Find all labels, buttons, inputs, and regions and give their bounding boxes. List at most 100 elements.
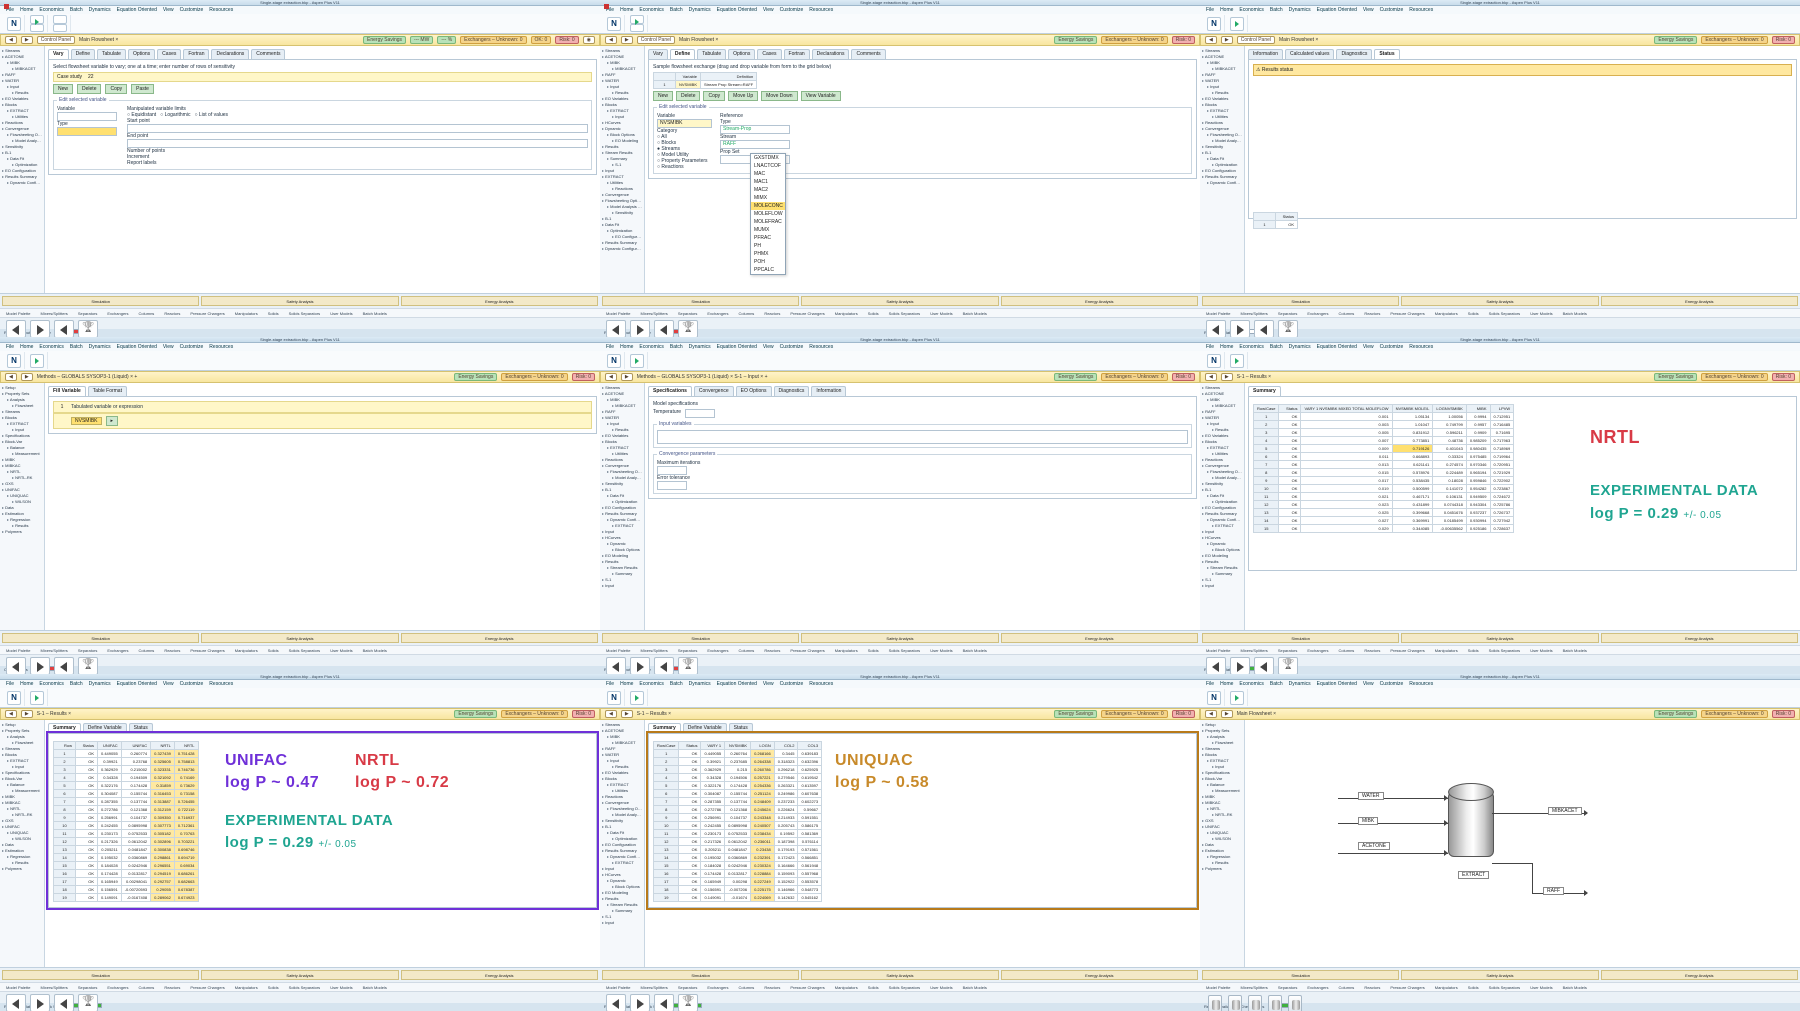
palette-item[interactable]: Solids Separators — [889, 311, 921, 316]
tab[interactable]: Declarations — [211, 49, 249, 59]
palette-item[interactable]: User Models — [330, 985, 352, 990]
tab[interactable]: Summary — [1248, 386, 1281, 396]
menu-item[interactable]: Home — [1220, 681, 1233, 687]
menu-item[interactable]: Customize — [180, 7, 204, 13]
palette-item[interactable]: Pressure Changers — [790, 648, 824, 653]
menu-item[interactable]: View — [1363, 681, 1374, 687]
menu-item[interactable]: Dynamics — [89, 681, 111, 687]
menu-item[interactable]: Economics — [1239, 681, 1263, 687]
tab[interactable]: Information — [811, 386, 846, 396]
menu-item[interactable]: View — [1363, 344, 1374, 350]
delete-button[interactable]: Delete — [676, 91, 700, 101]
palette-item[interactable]: Model Palette — [6, 985, 30, 990]
palette-item[interactable]: Solids — [268, 648, 279, 653]
palette-item[interactable]: Mixers/Splitters — [640, 311, 667, 316]
palette-item[interactable]: Pressure Changers — [790, 311, 824, 316]
menu-item[interactable]: Equation Oriented — [1317, 344, 1357, 350]
tab[interactable]: Fortran — [784, 49, 810, 59]
palette-item[interactable]: Columns — [1339, 985, 1355, 990]
tree-item[interactable]: Dynamic Configuration — [602, 246, 642, 252]
palette-item[interactable]: Manipulators — [1435, 311, 1458, 316]
step-back-icon[interactable] — [6, 320, 26, 337]
menu-item[interactable]: Dynamics — [89, 344, 111, 350]
palette-item[interactable]: Model Palette — [6, 648, 30, 653]
menu-item[interactable]: Customize — [1380, 681, 1404, 687]
palette-item[interactable]: Columns — [1339, 311, 1355, 316]
temp-field[interactable] — [685, 409, 715, 418]
palette-item[interactable]: Exchangers — [707, 985, 728, 990]
menu-item[interactable]: File — [6, 344, 14, 350]
menu-item[interactable]: View — [1363, 7, 1374, 13]
movedown-button[interactable]: Move Down — [761, 91, 797, 101]
menu-item[interactable]: View — [163, 7, 174, 13]
palette-item[interactable]: Exchangers — [107, 311, 128, 316]
palette-item[interactable]: Exchangers — [107, 648, 128, 653]
menu-item[interactable]: Customize — [780, 681, 804, 687]
menu-item[interactable]: Customize — [1380, 344, 1404, 350]
tree-item[interactable]: Polymers — [2, 866, 42, 872]
palette-item[interactable]: Columns — [739, 648, 755, 653]
palette-item[interactable]: Solids Separators — [889, 985, 921, 990]
palette-item[interactable]: Columns — [139, 648, 155, 653]
moveup-button[interactable]: Move Up — [728, 91, 758, 101]
run-icon[interactable] — [30, 15, 44, 24]
palette-item[interactable]: Solids — [868, 648, 879, 653]
menu-item[interactable]: Dynamics — [1289, 7, 1311, 13]
tab[interactable]: Define — [670, 49, 695, 59]
menu-item[interactable]: Home — [620, 7, 633, 13]
palette-item[interactable]: Model Palette — [606, 985, 630, 990]
palette-item[interactable]: Manipulators — [235, 648, 258, 653]
menu-item[interactable]: Batch — [670, 7, 683, 13]
nav-fwd[interactable]: ▶ — [21, 36, 33, 44]
type-select[interactable]: Stream-Prop — [720, 125, 790, 134]
radio-logarithmic[interactable]: ○ Logarithmic — [160, 112, 190, 118]
menu-item[interactable]: Customize — [180, 344, 204, 350]
palette-item[interactable]: Separators — [78, 648, 98, 653]
menu-item[interactable]: File — [1206, 344, 1214, 350]
palette-item[interactable]: Reactors — [164, 648, 180, 653]
palette-item[interactable]: Pressure Changers — [1390, 985, 1424, 990]
delete-button[interactable]: Delete — [77, 84, 101, 94]
palette-item[interactable]: Reactors — [764, 311, 780, 316]
block-extract[interactable] — [1448, 783, 1492, 863]
menu-item[interactable]: Home — [620, 344, 633, 350]
palette-item[interactable]: Columns — [139, 311, 155, 316]
palette-item[interactable]: Separators — [1278, 311, 1298, 316]
palette-item[interactable]: Mixers/Splitters — [640, 985, 667, 990]
menu-item[interactable]: Home — [20, 7, 33, 13]
palette-item[interactable]: Manipulators — [835, 648, 858, 653]
menu-item[interactable]: Equation Oriented — [117, 7, 157, 13]
menu-item[interactable]: Resources — [209, 344, 233, 350]
view-button[interactable]: View Variable — [801, 91, 841, 101]
tab[interactable]: Cases — [757, 49, 781, 59]
menu-item[interactable]: View — [763, 681, 774, 687]
tab[interactable]: Declarations — [812, 49, 850, 59]
propset-dropdown[interactable]: GXSTDMXLNACTCOFMACMAC1MAC2MIMXMOLECONCMO… — [750, 153, 786, 275]
palette-item[interactable]: Solids Separators — [889, 648, 921, 653]
nav-tree[interactable]: StreamsACETONEMIBKMIBKACETRAFFWATERInput… — [0, 46, 45, 293]
palette-item[interactable]: Model Palette — [606, 648, 630, 653]
menu-item[interactable]: File — [606, 344, 614, 350]
palette-item[interactable]: Separators — [678, 648, 698, 653]
menu-item[interactable]: Resources — [809, 7, 833, 13]
menu-item[interactable]: Economics — [1239, 7, 1263, 13]
tab[interactable]: Tabulate — [697, 49, 726, 59]
palette-item[interactable]: User Models — [930, 648, 952, 653]
play-icon[interactable] — [30, 320, 50, 337]
palette-item[interactable]: Mixers/Splitters — [40, 985, 67, 990]
palette-item[interactable]: Batch Models — [1563, 648, 1587, 653]
palette-item[interactable]: Manipulators — [235, 311, 258, 316]
trophy-icon[interactable] — [78, 320, 98, 337]
stream-label[interactable]: MIBKACET — [1548, 807, 1582, 815]
menu-item[interactable]: Equation Oriented — [717, 344, 757, 350]
palette-item[interactable]: Columns — [739, 985, 755, 990]
nav-tree[interactable]: StreamsACETONEMIBKMIBKACETRAFFWATERInput… — [1200, 46, 1245, 293]
menu-item[interactable]: Resources — [209, 7, 233, 13]
nav-back[interactable]: ◀ — [5, 36, 17, 44]
menu-item[interactable]: Equation Oriented — [117, 344, 157, 350]
nav-tree[interactable]: StreamsACETONEMIBKMIBKACETRAFFWATERInput… — [600, 46, 645, 293]
menu-item[interactable]: View — [763, 7, 774, 13]
menu-item[interactable]: Home — [1220, 344, 1233, 350]
model-icon[interactable] — [1248, 995, 1262, 1011]
tree-item[interactable]: Dynamic Configuration — [2, 180, 42, 186]
